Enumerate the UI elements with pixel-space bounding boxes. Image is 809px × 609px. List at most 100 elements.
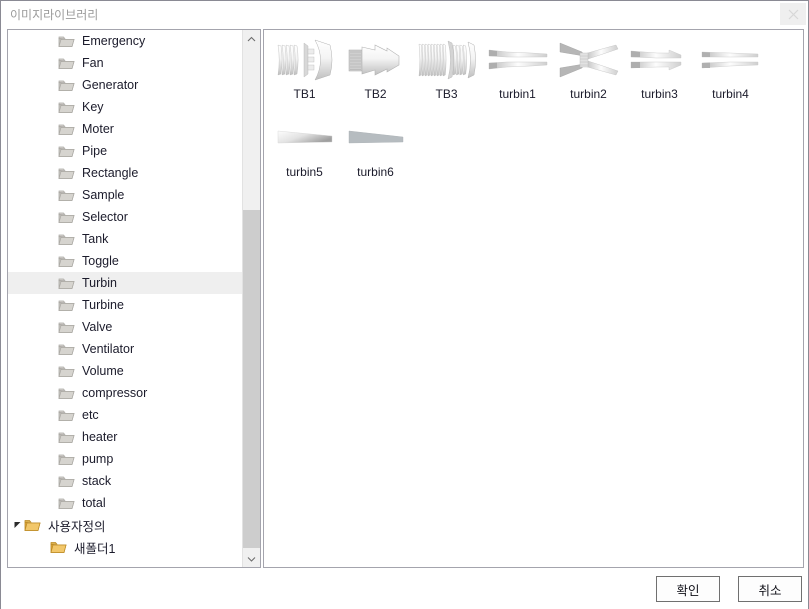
- tree-item-Emergency[interactable]: Emergency: [8, 30, 244, 52]
- folder-tree-list[interactable]: Emergency Fan Generator Key Moter Pipe Rectang…: [8, 30, 244, 567]
- tree-item-Fan[interactable]: Fan: [8, 52, 244, 74]
- chevron-down-icon[interactable]: [243, 550, 260, 567]
- tree-item-Toggle[interactable]: Toggle: [8, 250, 244, 272]
- thumbnail-item[interactable]: turbin4: [695, 34, 766, 112]
- thumbnail-item[interactable]: turbin2: [553, 34, 624, 112]
- tree-twisty-placeholder: [46, 431, 58, 443]
- tree-twisty-placeholder: [46, 387, 58, 399]
- thumbnail-label: turbin4: [712, 87, 749, 101]
- thumbnail-label: TB1: [293, 87, 316, 101]
- tree-twisty-placeholder: [46, 57, 58, 69]
- tree-twisty-placeholder: [46, 365, 58, 377]
- thumbnail-item[interactable]: TB3: [411, 34, 482, 112]
- tree-item-사용자정의[interactable]: 사용자정의: [8, 514, 244, 536]
- tree-item-Pipe[interactable]: Pipe: [8, 140, 244, 162]
- tree-item-label: Pipe: [82, 144, 108, 158]
- folder-gray-icon: [58, 100, 75, 114]
- tree-item-stack[interactable]: stack: [8, 470, 244, 492]
- turbine-multistage-icon: [414, 34, 480, 86]
- tree-scrollbar-thumb[interactable]: [243, 210, 260, 548]
- tree-item-etc[interactable]: etc: [8, 404, 244, 426]
- tree-twisty-placeholder: [46, 101, 58, 113]
- tree-item-label: pump: [82, 452, 114, 466]
- tree-item-label: Turbine: [82, 298, 124, 312]
- tree-item-Generator[interactable]: Generator: [8, 74, 244, 96]
- tree-twisty-placeholder: [38, 541, 50, 553]
- folder-gray-icon: [58, 254, 75, 268]
- tree-item-label: total: [82, 496, 106, 510]
- thumbnail-grid[interactable]: TB1 TB2 TB3 turbin1 turbin2 turbin3 turbin4 tur…: [269, 34, 799, 190]
- folder-yellow-icon: [24, 518, 41, 532]
- turbine-bladed-rotor-icon: [272, 34, 338, 86]
- tree-item-Valve[interactable]: Valve: [8, 316, 244, 338]
- cancel-button[interactable]: 취소: [738, 576, 802, 602]
- tree-item-Ventilator[interactable]: Ventilator: [8, 338, 244, 360]
- thumbnail-label: TB2: [364, 87, 387, 101]
- folder-gray-icon: [58, 232, 75, 246]
- close-icon[interactable]: [780, 3, 806, 25]
- thumbnail-label: turbin1: [499, 87, 536, 101]
- thumbnail-item[interactable]: TB2: [340, 34, 411, 112]
- tree-twisty-placeholder: [46, 79, 58, 91]
- tree-item-Tank[interactable]: Tank: [8, 228, 244, 250]
- tree-item-Key[interactable]: Key: [8, 96, 244, 118]
- tree-item-Turbine[interactable]: Turbine: [8, 294, 244, 316]
- tree-item-label: Turbin: [82, 276, 117, 290]
- folder-gray-icon: [58, 144, 75, 158]
- dialog-footer: 확인 취소: [1, 568, 808, 609]
- thumbnail-item[interactable]: turbin5: [269, 112, 340, 190]
- tree-item-label: Toggle: [82, 254, 119, 268]
- tree-item-label: Emergency: [82, 34, 146, 48]
- triangle-expanded-icon[interactable]: [12, 519, 24, 531]
- folder-yellow-icon: [50, 540, 67, 554]
- folder-tree-panel: Emergency Fan Generator Key Moter Pipe Rectang…: [7, 29, 261, 568]
- tree-item-total[interactable]: total: [8, 492, 244, 514]
- thumbnail-item[interactable]: turbin6: [340, 112, 411, 190]
- thumbnail-label: TB3: [435, 87, 458, 101]
- tree-twisty-placeholder: [46, 409, 58, 421]
- folder-gray-icon: [58, 474, 75, 488]
- tree-item-pump[interactable]: pump: [8, 448, 244, 470]
- turbine-split-nozzle-icon: [485, 34, 551, 86]
- tree-item-Volume[interactable]: Volume: [8, 360, 244, 382]
- title-bar: 이미지라이브러리: [1, 1, 808, 26]
- folder-gray-icon: [58, 342, 75, 356]
- folder-gray-icon: [58, 408, 75, 422]
- tree-item-Sample[interactable]: Sample: [8, 184, 244, 206]
- thumbnail-item[interactable]: TB1: [269, 34, 340, 112]
- tree-item-Moter[interactable]: Moter: [8, 118, 244, 140]
- chevron-up-icon[interactable]: [243, 30, 260, 47]
- tree-item-label: Moter: [82, 122, 114, 136]
- tree-item-heater[interactable]: heater: [8, 426, 244, 448]
- folder-gray-icon: [58, 276, 75, 290]
- turbine-thin-fork-icon: [698, 34, 764, 86]
- ok-button[interactable]: 확인: [656, 576, 720, 602]
- tree-twisty-placeholder: [46, 211, 58, 223]
- tree-item-label: 새폴더1: [74, 541, 116, 556]
- tree-item-label: Ventilator: [82, 342, 135, 356]
- folder-gray-icon: [58, 320, 75, 334]
- thumbnail-item[interactable]: turbin3: [624, 34, 695, 112]
- tree-scrollbar[interactable]: [242, 30, 260, 567]
- thumbnail-label: turbin2: [570, 87, 607, 101]
- folder-gray-icon: [58, 452, 75, 466]
- tree-item-compressor[interactable]: compressor: [8, 382, 244, 404]
- tree-item-label: stack: [82, 474, 112, 488]
- tree-item-label: Generator: [82, 78, 139, 92]
- tree-item-Rectangle[interactable]: Rectangle: [8, 162, 244, 184]
- tree-item-새폴더1[interactable]: 새폴더1: [8, 536, 244, 558]
- folder-gray-icon: [58, 78, 75, 92]
- tree-item-Turbin[interactable]: Turbin: [8, 272, 244, 294]
- thumbnail-item[interactable]: turbin1: [482, 34, 553, 112]
- thumbnail-panel: TB1 TB2 TB3 turbin1 turbin2 turbin3 turbin4 tur…: [263, 29, 804, 568]
- tree-twisty-placeholder: [46, 453, 58, 465]
- thumbnail-label: turbin5: [286, 165, 323, 179]
- tree-twisty-placeholder: [46, 233, 58, 245]
- tree-item-label: heater: [82, 430, 118, 444]
- tree-twisty-placeholder: [46, 321, 58, 333]
- folder-gray-icon: [58, 34, 75, 48]
- folder-gray-icon: [58, 496, 75, 510]
- tree-item-Selector[interactable]: Selector: [8, 206, 244, 228]
- folder-gray-icon: [58, 166, 75, 180]
- tree-item-label: Fan: [82, 56, 104, 70]
